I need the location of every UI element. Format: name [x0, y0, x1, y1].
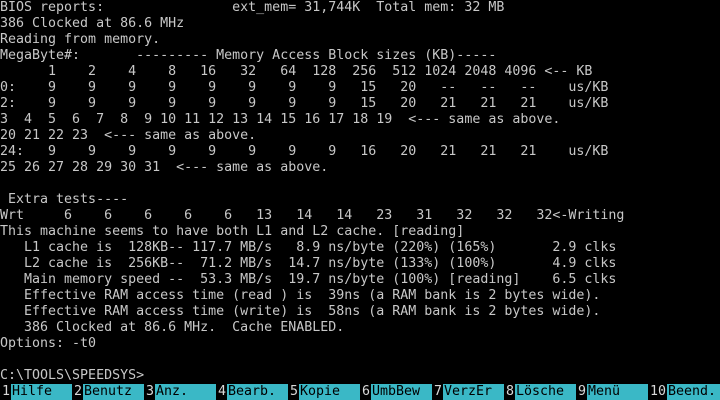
fkey-label: Beend. — [667, 384, 720, 400]
fkey-number: 4 — [216, 384, 228, 400]
ram-read-access-line: Effective RAM access time (read ) is 39n… — [0, 288, 601, 303]
fkey-view[interactable]: 3 Anz. — [144, 384, 216, 400]
table-row: 0: 9 9 9 9 9 9 9 9 15 20 -- -- -- us/KB — [0, 80, 609, 95]
l1-cache-line: L1 cache is 128KB-- 117.7 MB/s 8.9 ns/by… — [0, 240, 617, 255]
extra-tests-heading: Extra tests---- — [0, 192, 129, 207]
fkey-edit[interactable]: 4 Bearb. — [216, 384, 288, 400]
fkey-number: 3 — [144, 384, 156, 400]
fkey-label: Hilfe — [11, 384, 72, 400]
fkey-number: 8 — [504, 384, 516, 400]
fkey-label: Bearb. — [227, 384, 288, 400]
fkey-number: 7 — [432, 384, 444, 400]
clock-line: 386 Clocked at 86.6 MHz — [0, 16, 185, 31]
fkey-rename-move[interactable]: 6 UmbBew — [360, 384, 432, 400]
function-key-bar: 1 Hilfe 2 Benutz 3 Anz. 4 Bearb. 5 Kopie… — [0, 384, 720, 400]
fkey-number: 6 — [360, 384, 372, 400]
fkey-label: Anz. — [155, 384, 216, 400]
fkey-copy[interactable]: 5 Kopie — [288, 384, 360, 400]
terminal-screen: BIOS reports: ext_mem= 31,744K Total mem… — [0, 0, 720, 384]
cache-enabled-line: 386 Clocked at 86.6 MHz. Cache ENABLED. — [0, 320, 345, 335]
ram-write-access-line: Effective RAM access time (write) is 58n… — [0, 304, 601, 319]
table-row: 3 4 5 6 7 8 9 10 11 12 13 14 15 16 17 18… — [0, 112, 561, 127]
fkey-label: Menü — [587, 384, 648, 400]
fkey-menu[interactable]: 9 Menü — [576, 384, 648, 400]
fkey-help[interactable]: 1 Hilfe — [0, 384, 72, 400]
fkey-label: VerzEr — [443, 384, 504, 400]
fkey-label: UmbBew — [371, 384, 432, 400]
fkey-label: Lösche — [515, 384, 576, 400]
fkey-label: Kopie — [299, 384, 360, 400]
fkey-number: 2 — [72, 384, 84, 400]
fkey-quit[interactable]: 10 Beend. — [648, 384, 720, 400]
table-row: 25 26 27 28 29 30 31 <--- same as above. — [0, 160, 329, 175]
table-row: 2: 9 9 9 9 9 9 9 9 15 20 21 21 21 us/KB — [0, 96, 609, 111]
command-prompt[interactable]: C:\TOOLS\SPEEDSYS> — [0, 368, 144, 384]
reading-line: Reading from memory. — [0, 32, 161, 47]
l2-cache-line: L2 cache is 256KB-- 71.2 MB/s 14.7 ns/by… — [0, 256, 617, 271]
table-row: 24: 9 9 9 9 9 9 9 9 16 20 21 21 21 us/KB — [0, 144, 609, 159]
fkey-delete[interactable]: 8 Lösche — [504, 384, 576, 400]
options-line: Options: -t0 — [0, 336, 97, 351]
fkey-make-directory[interactable]: 7 VerzEr — [432, 384, 504, 400]
table-row: 20 21 22 23 <--- same as above. — [0, 128, 257, 143]
bios-report-line: BIOS reports: ext_mem= 31,744K Total mem… — [0, 0, 505, 15]
fkey-user-menu[interactable]: 2 Benutz — [72, 384, 144, 400]
fkey-label: Benutz — [83, 384, 144, 400]
table-title-line: MegaByte#: --------- Memory Access Block… — [0, 48, 497, 63]
block-size-header: 1 2 4 8 16 32 64 128 256 512 1024 2048 4… — [0, 64, 593, 79]
fkey-number: 1 — [0, 384, 12, 400]
cache-summary-line: This machine seems to have both L1 and L… — [0, 224, 465, 239]
main-memory-line: Main memory speed -- 53.3 MB/s 19.7 ns/b… — [0, 272, 617, 287]
fkey-number: 5 — [288, 384, 300, 400]
fkey-number: 10 — [648, 384, 668, 400]
fkey-number: 9 — [576, 384, 588, 400]
write-row: Wrt 6 6 6 6 6 13 14 14 23 31 32 32 32<-W… — [0, 208, 625, 223]
